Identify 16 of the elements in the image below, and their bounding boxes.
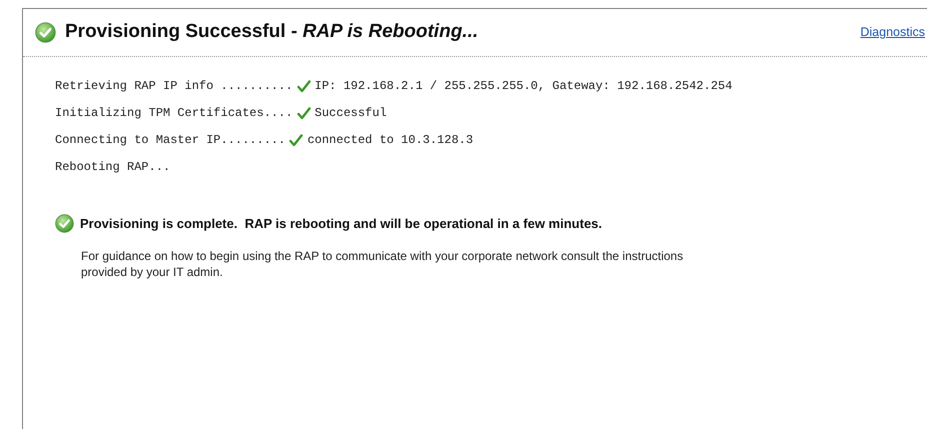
guidance-text: For guidance on how to begin using the RAP to communicate with your corporate network consult the instructions provided by your IT admin.	[81, 248, 684, 280]
check-icon	[296, 80, 311, 92]
step-label: Connecting to Master IP.........	[55, 132, 286, 149]
success-check-icon	[35, 22, 56, 43]
step-label: Rebooting RAP...	[55, 159, 170, 176]
check-icon	[296, 106, 311, 120]
step-result: IP: 192.168.2.1 / 255.255.255.0, Gateway: 192.168.2542.254	[314, 78, 732, 95]
step-result: connected to 10.3.128.3	[307, 132, 474, 149]
success-check-icon	[55, 214, 74, 234]
step-result: Successful	[314, 105, 387, 122]
step-label: Initializing TPM Certificates....	[55, 105, 293, 122]
check-icon	[289, 134, 304, 146]
page-title: Provisioning Successful - RAP is Rebooting...	[65, 20, 478, 44]
diagnostics-link[interactable]: Diagnostics	[860, 23, 925, 42]
completion-message: Provisioning is complete. RAP is rebooting and will be operational in a few minutes.	[80, 215, 602, 233]
step-label: Retrieving RAP IP info ..........	[55, 78, 293, 95]
